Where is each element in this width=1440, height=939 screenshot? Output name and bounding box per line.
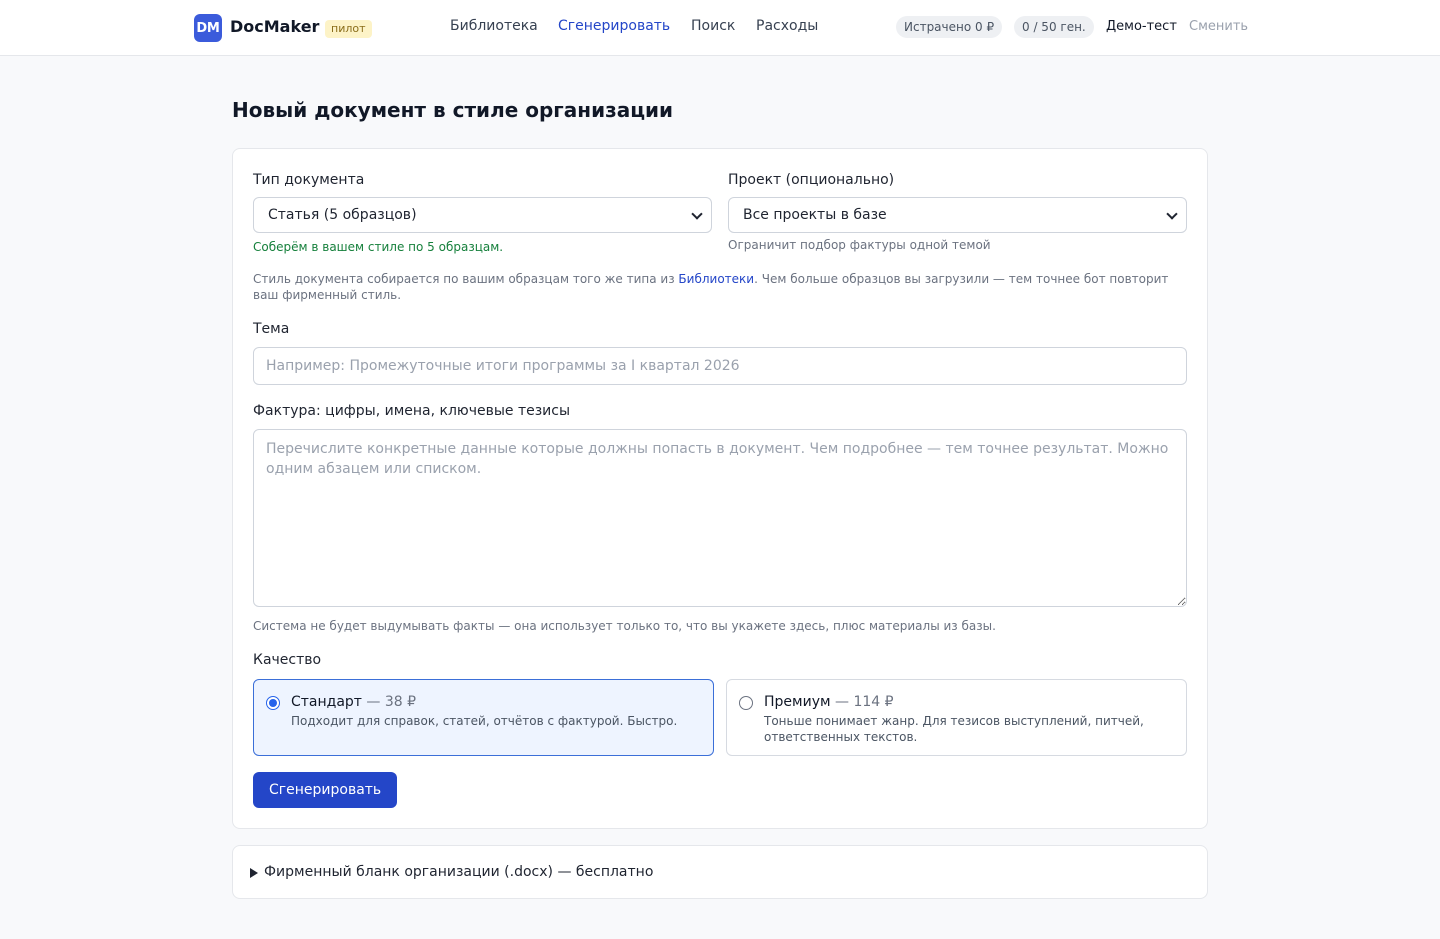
quota-badge: 0 / 50 ген. (1014, 16, 1094, 38)
page-title: Новый документ в стиле организации (232, 98, 674, 122)
facts-hint: Система не будет выдумывать факты — она … (253, 619, 996, 633)
style-note-text: Стиль документа собирается по вашим обра… (253, 272, 679, 286)
brand-name[interactable]: DocMaker (230, 17, 319, 36)
standard-price: — 38 ₽ (361, 694, 417, 710)
quality-label: Качество (253, 652, 322, 668)
doc-type-hint: Соберём в вашем стиле по 5 образцам. (253, 240, 504, 254)
expand-arrow-icon[interactable] (250, 868, 258, 878)
switch-org-link[interactable]: Сменить (1189, 19, 1248, 34)
letterhead-summary[interactable]: Фирменный бланк организации (.docx) — бе… (264, 864, 653, 880)
doc-type-select[interactable]: Статья (5 образцов) (253, 197, 712, 233)
project-label: Проект (опционально) (728, 172, 895, 188)
generate-form: Тип документа Статья (5 образцов) Соберё… (232, 148, 1208, 829)
nav-generate[interactable]: Сгенерировать (558, 18, 670, 34)
org-name: Демо-тест (1106, 19, 1177, 34)
doc-type-value: Статья (5 образцов) (268, 207, 417, 223)
standard-name: Стандарт (291, 694, 362, 710)
quality-option-standard[interactable]: Стандарт — 38 ₽ Подходит для справок, ст… (253, 679, 714, 756)
letterhead-details[interactable]: Фирменный бланк организации (.docx) — бе… (232, 845, 1208, 899)
nav-expenses[interactable]: Расходы (756, 18, 818, 34)
premium-description: Тоньше понимает жанр. Для тезисов выступ… (764, 714, 1144, 744)
nav-library[interactable]: Библиотека (450, 18, 538, 34)
generate-button[interactable]: Сгенерировать (253, 772, 398, 808)
logo-icon[interactable]: DM (194, 14, 222, 42)
library-link[interactable]: Библиотеки (678, 272, 754, 286)
nav-search[interactable]: Поиск (691, 18, 735, 34)
project-value: Все проекты в базе (743, 207, 887, 223)
chevron-down-icon (1166, 208, 1178, 220)
standard-radio[interactable] (266, 696, 280, 710)
quality-option-premium[interactable]: Премиум — 114 ₽ Тоньше понимает жанр. Дл… (726, 679, 1187, 756)
premium-title: Премиум — 114 ₽ (764, 694, 894, 710)
pilot-badge: пилот (325, 20, 372, 38)
spent-badge: Истрачено 0 ₽ (896, 16, 1003, 38)
style-note: Стиль документа собирается по вашим обра… (253, 271, 1183, 303)
topic-label: Тема (253, 321, 290, 337)
facts-label: Фактура: цифры, имена, ключевые тезисы (253, 403, 571, 419)
project-select[interactable]: Все проекты в базе (728, 197, 1187, 233)
premium-price: — 114 ₽ (830, 694, 894, 710)
chevron-down-icon (691, 208, 703, 220)
project-hint: Ограничит подбор фактуры одной темой (728, 238, 991, 252)
premium-name: Премиум (764, 694, 831, 710)
top-navbar: DM DocMaker пилот Библиотека Сгенерирова… (0, 0, 1440, 56)
standard-title: Стандарт — 38 ₽ (291, 694, 416, 710)
doc-type-label: Тип документа (253, 172, 365, 188)
topic-input[interactable] (253, 347, 1187, 385)
facts-textarea[interactable] (253, 429, 1187, 607)
standard-description: Подходит для справок, статей, отчётов с … (291, 714, 678, 728)
premium-radio[interactable] (739, 696, 753, 710)
